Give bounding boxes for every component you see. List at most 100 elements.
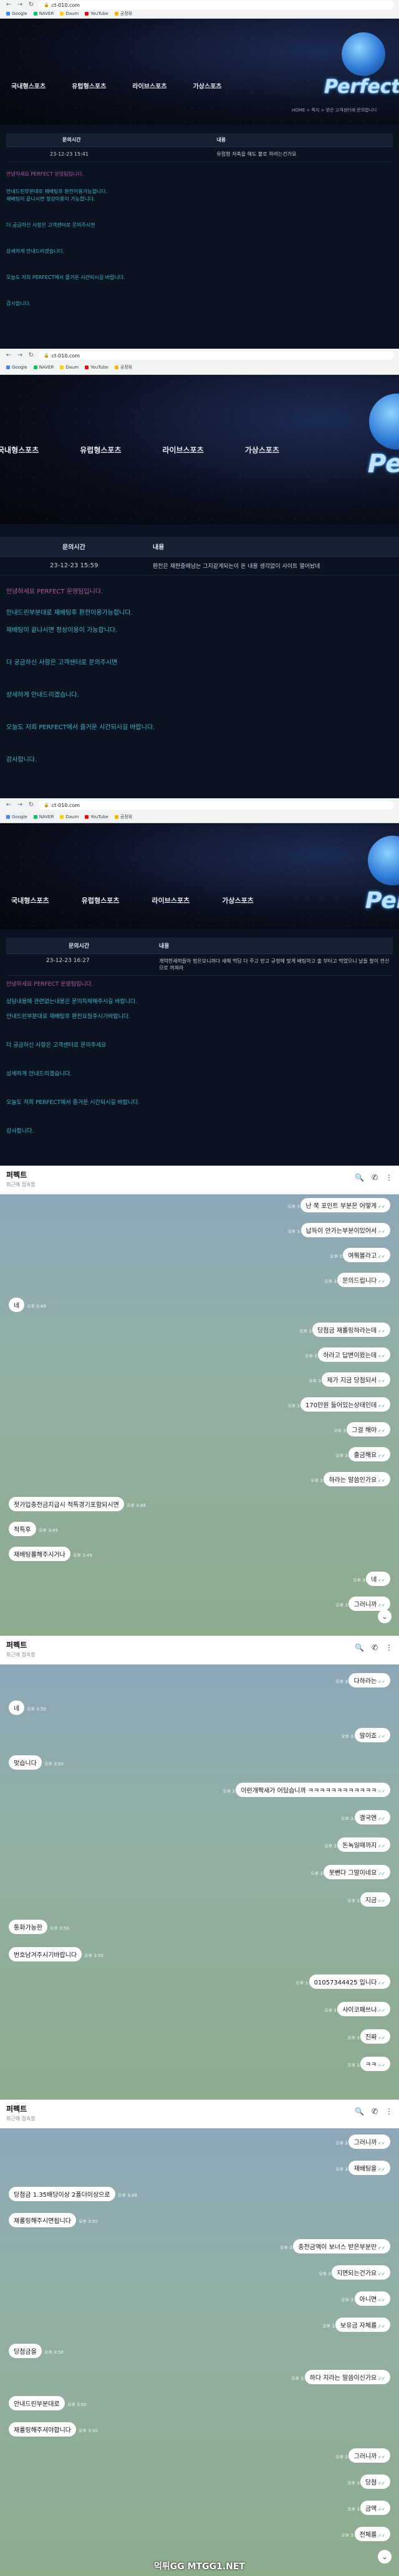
- received-message[interactable]: 통화가능한: [9, 1920, 47, 1934]
- sent-message[interactable]: 그러니까 ✓✓: [349, 2448, 390, 2463]
- address-bar[interactable]: 🔒 ct-010.com: [39, 1, 394, 9]
- scroll-down-button[interactable]: ⌄: [378, 1610, 392, 1623]
- sent-message[interactable]: 하다 지라는 말씀이신가요 ✓✓: [304, 2370, 390, 2384]
- nav-domestic[interactable]: 국내형스포츠: [11, 895, 49, 905]
- bookmark-google[interactable]: Google: [6, 365, 27, 370]
- sent-message[interactable]: 출금해요 ✓✓: [349, 1447, 390, 1461]
- nav-virtual[interactable]: 가상스포츠: [245, 445, 279, 455]
- bookmark-daum[interactable]: Daum: [60, 11, 79, 16]
- nav-virtual[interactable]: 가상스포츠: [193, 81, 222, 90]
- sent-message[interactable]: 다하라는 ✓✓: [349, 1673, 390, 1687]
- sent-message[interactable]: 하라는 말씀인가요 ✓✓: [324, 1472, 390, 1486]
- received-message[interactable]: 맞습니다: [9, 1755, 42, 1770]
- address-bar[interactable]: 🔒 ct-010.com: [39, 351, 394, 360]
- menu-icon[interactable]: ⋮: [385, 1643, 393, 1652]
- sent-message[interactable]: 이런개짝새가 어딨습니까 ㅋㅋㅋㅋㅋㅋㅋㅋㅋㅋㅋㅋ ✓✓: [236, 1783, 390, 1797]
- menu-icon[interactable]: ⋮: [385, 2107, 393, 2116]
- sent-message[interactable]: 그러니까 ✓✓: [349, 2135, 390, 2149]
- sent-message[interactable]: 당첨금 재롤링하라는데 ✓✓: [312, 1323, 390, 1337]
- site-logo[interactable]: Perfect: [365, 888, 399, 913]
- received-message[interactable]: 안내드린부분대로: [9, 2396, 65, 2410]
- read-check-icon: ✓✓: [378, 2063, 385, 2068]
- phone-icon[interactable]: ✆: [372, 2107, 378, 2116]
- received-message[interactable]: 재배팅롤해주시거나: [9, 1547, 70, 1561]
- search-icon[interactable]: 🔍: [355, 2107, 364, 2116]
- notice-line: 안녕하세요 PERFECT 운영팀입니다.: [6, 981, 94, 988]
- received-message[interactable]: 네: [9, 1298, 25, 1312]
- site-logo[interactable]: Perfect: [368, 450, 399, 478]
- bookmark-youtube[interactable]: YouTube: [85, 11, 108, 16]
- search-icon[interactable]: 🔍: [355, 1643, 364, 1652]
- sent-message[interactable]: 문의드립니다 ✓✓: [337, 1273, 390, 1287]
- message-time: 오후 3:49: [287, 1229, 307, 1234]
- back-icon[interactable]: ←: [5, 1, 12, 9]
- bookmarks-bar: Google NAVER Daum YouTube 공정위: [0, 10, 399, 17]
- reload-icon[interactable]: ↻: [27, 801, 35, 809]
- phone-icon[interactable]: ✆: [372, 1643, 378, 1652]
- chat-name: 퍼펙트: [6, 1641, 27, 1649]
- sent-message[interactable]: 납득이 안가는부분이있어서 ✓✓: [300, 1223, 390, 1237]
- reload-icon[interactable]: ↻: [27, 1, 35, 9]
- bookmark-google[interactable]: Google: [6, 814, 27, 819]
- nav-europe[interactable]: 유럽형스포츠: [82, 895, 120, 905]
- bookmark-youtube[interactable]: YouTube: [85, 365, 108, 370]
- scroll-down-button[interactable]: ⌄: [378, 2550, 392, 2564]
- nav-virtual[interactable]: 가상스포츠: [222, 895, 254, 905]
- bookmark-daum[interactable]: Daum: [60, 365, 79, 370]
- site-logo[interactable]: Perfect: [324, 76, 399, 98]
- nav-live[interactable]: 라이브스포츠: [132, 81, 166, 90]
- back-icon[interactable]: ←: [5, 352, 12, 359]
- sent-message[interactable]: 사이코패쓰냐 ✓✓: [337, 2002, 390, 2016]
- received-message[interactable]: 재롤링해주시면됩니다: [9, 2213, 76, 2227]
- nav-domestic[interactable]: 국내형스포츠: [0, 445, 39, 455]
- bookmark-naver[interactable]: NAVER: [33, 814, 54, 819]
- received-message[interactable]: 당첨금을: [9, 2344, 42, 2358]
- forward-icon[interactable]: →: [16, 801, 24, 809]
- received-message[interactable]: 당첨금 1.35배당이상 2폴더이상으로: [9, 2187, 115, 2201]
- bookmark-naver[interactable]: NAVER: [33, 11, 54, 16]
- sent-message[interactable]: 01057344425 입니다 ✓✓: [309, 1974, 390, 1989]
- notice-line: 감사합니다.: [6, 1128, 34, 1135]
- chat-name: 퍼펙트: [6, 2105, 27, 2113]
- sent-message[interactable]: 보유금 자체를 ✓✓: [335, 2318, 390, 2332]
- received-message[interactable]: 번호남겨주시기바랍니다: [9, 1947, 82, 1961]
- sent-message[interactable]: 못뺀다 그말이네요 ✓✓: [324, 1865, 390, 1879]
- nav-europe[interactable]: 유럽형스포츠: [72, 81, 106, 90]
- bookmark-naver[interactable]: NAVER: [33, 365, 54, 370]
- nav-live[interactable]: 라이브스포츠: [163, 445, 204, 455]
- bookmark-google[interactable]: Google: [6, 11, 27, 16]
- sent-message[interactable]: 여쭤볼라고 ✓✓: [343, 1248, 390, 1262]
- forward-icon[interactable]: →: [16, 352, 24, 359]
- bookmark-youtube[interactable]: YouTube: [85, 814, 108, 819]
- bookmark-ftc[interactable]: 공정위: [114, 364, 132, 370]
- nav-live[interactable]: 라이브스포츠: [151, 895, 190, 905]
- forward-icon[interactable]: →: [16, 1, 24, 9]
- address-bar[interactable]: 🔒 ct-010.com: [39, 801, 394, 809]
- received-message[interactable]: 네: [9, 1701, 25, 1715]
- search-icon[interactable]: 🔍: [355, 1173, 364, 1182]
- notice-line: 오늘도 저희 PERFECT에서 즐거운 시간되시길 바랍니다.: [6, 724, 155, 731]
- sent-message[interactable]: 그걸 해야 ✓✓: [347, 1422, 390, 1437]
- received-message[interactable]: 적특후: [9, 1522, 36, 1536]
- received-message[interactable]: 첫가입충전금지급시 적특경기포함되시면: [9, 1497, 124, 1511]
- sent-message[interactable]: 그러니까 ✓✓: [349, 1597, 390, 1611]
- message-time: 오후 3:50: [322, 2324, 342, 2329]
- bookmark-ftc[interactable]: 공정위: [114, 11, 132, 17]
- received-message[interactable]: 재롤링해주셔야합니다: [9, 2422, 76, 2437]
- sent-message[interactable]: 제가 지금 당첨되서 ✓✓: [322, 1372, 390, 1387]
- sent-message[interactable]: 지면되는건가요 ✓✓: [331, 2265, 390, 2280]
- bookmark-ftc[interactable]: 공정위: [114, 814, 132, 820]
- sent-message[interactable]: 충전금액이 보너스 받은부분만 ✓✓: [293, 2239, 390, 2253]
- reload-icon[interactable]: ↻: [27, 352, 35, 359]
- nav-europe[interactable]: 유럽형스포츠: [80, 445, 121, 455]
- nav-domestic[interactable]: 국내형스포츠: [11, 81, 46, 90]
- sent-message[interactable]: 재배팅을 ✓✓: [349, 2161, 390, 2175]
- phone-icon[interactable]: ✆: [372, 1173, 378, 1182]
- sent-message[interactable]: 난 쭉 포인트 부분은 어떻게 ✓✓: [300, 1198, 390, 1212]
- sent-message[interactable]: 돈녹일때까지 ✓✓: [337, 1838, 390, 1852]
- back-icon[interactable]: ←: [5, 801, 12, 809]
- menu-icon[interactable]: ⋮: [385, 1173, 393, 1182]
- sent-message[interactable]: 하라고 답변이왔는데 ✓✓: [318, 1347, 390, 1362]
- sent-message[interactable]: 170만원 들어있는상태인데 ✓✓: [300, 1397, 390, 1412]
- bookmark-daum[interactable]: Daum: [60, 814, 79, 819]
